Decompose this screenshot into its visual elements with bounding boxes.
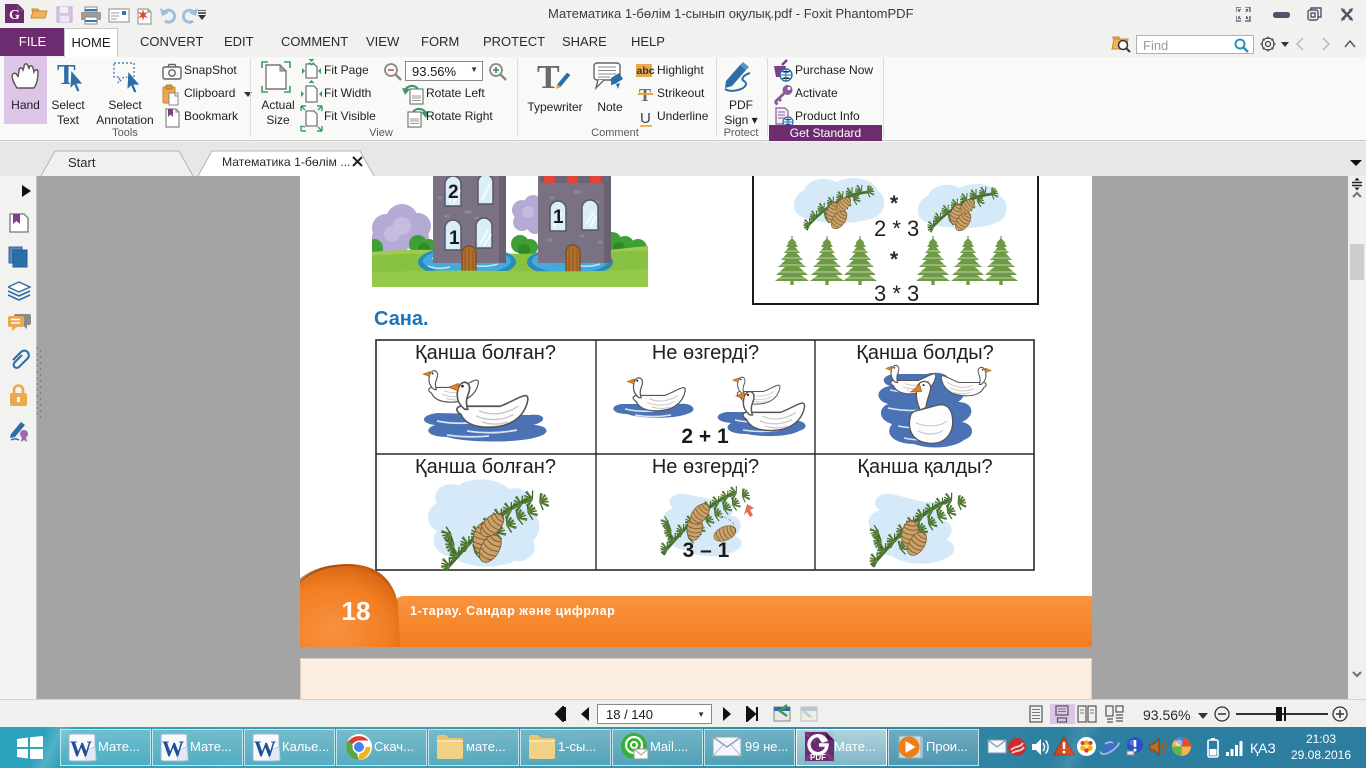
svg-text:T: T [537, 59, 560, 96]
svg-text:U: U [640, 110, 651, 127]
svg-text:W: W [70, 736, 92, 761]
svg-text:3 * 3: 3 * 3 [874, 281, 919, 303]
svg-text:*: * [890, 192, 899, 215]
svg-text:3 – 1: 3 – 1 [683, 539, 730, 562]
svg-text:abc: abc [637, 65, 655, 77]
svg-text:G: G [9, 8, 20, 23]
svg-text:2 * 3: 2 * 3 [874, 216, 919, 241]
svg-text:2 + 1: 2 + 1 [681, 425, 729, 448]
svg-text:2: 2 [448, 182, 459, 203]
svg-text:PDF: PDF [810, 753, 826, 762]
svg-text:*: * [890, 248, 899, 271]
svg-text:1: 1 [553, 207, 564, 228]
svg-text:1: 1 [449, 228, 460, 249]
